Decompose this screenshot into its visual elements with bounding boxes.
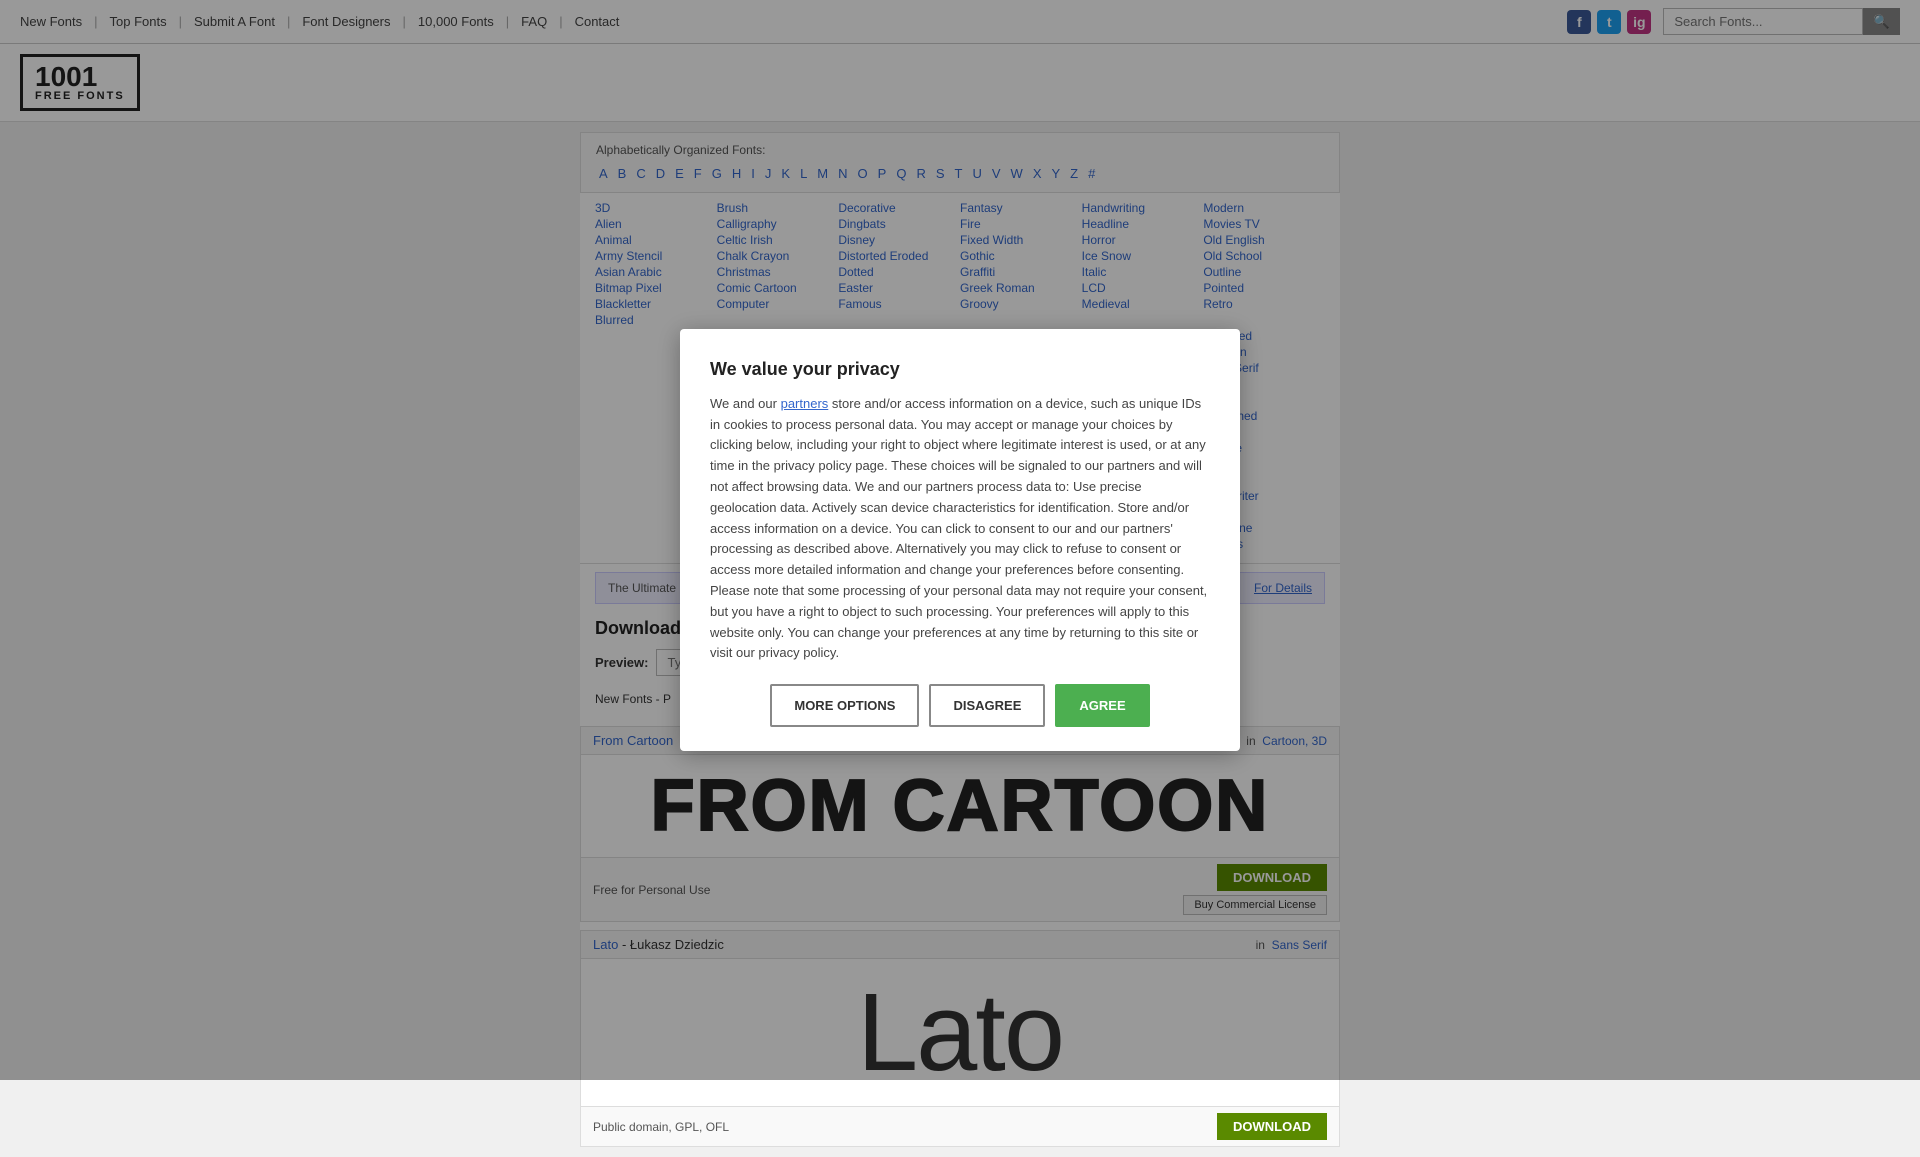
cookie-modal: We value your privacy We and our partner… bbox=[680, 329, 1240, 751]
cookie-partners-link[interactable]: partners bbox=[781, 396, 829, 411]
download-button-lato[interactable]: DOWNLOAD bbox=[1217, 1113, 1327, 1140]
btn-group-lato: DOWNLOAD bbox=[1217, 1113, 1327, 1140]
cookie-body: We and our partners store and/or access … bbox=[710, 394, 1210, 664]
disagree-button[interactable]: DISAGREE bbox=[929, 684, 1045, 727]
cookie-overlay: We value your privacy We and our partner… bbox=[0, 0, 1920, 1080]
license-text-lato: Public domain, GPL, OFL bbox=[593, 1120, 729, 1134]
font-card-footer-lato: Public domain, GPL, OFL DOWNLOAD bbox=[581, 1106, 1339, 1146]
more-options-button[interactable]: MORE OPTIONS bbox=[770, 684, 919, 727]
cookie-title: We value your privacy bbox=[710, 359, 1210, 380]
agree-button[interactable]: AGREE bbox=[1055, 684, 1149, 727]
cookie-buttons: MORE OPTIONS DISAGREE AGREE bbox=[710, 684, 1210, 727]
